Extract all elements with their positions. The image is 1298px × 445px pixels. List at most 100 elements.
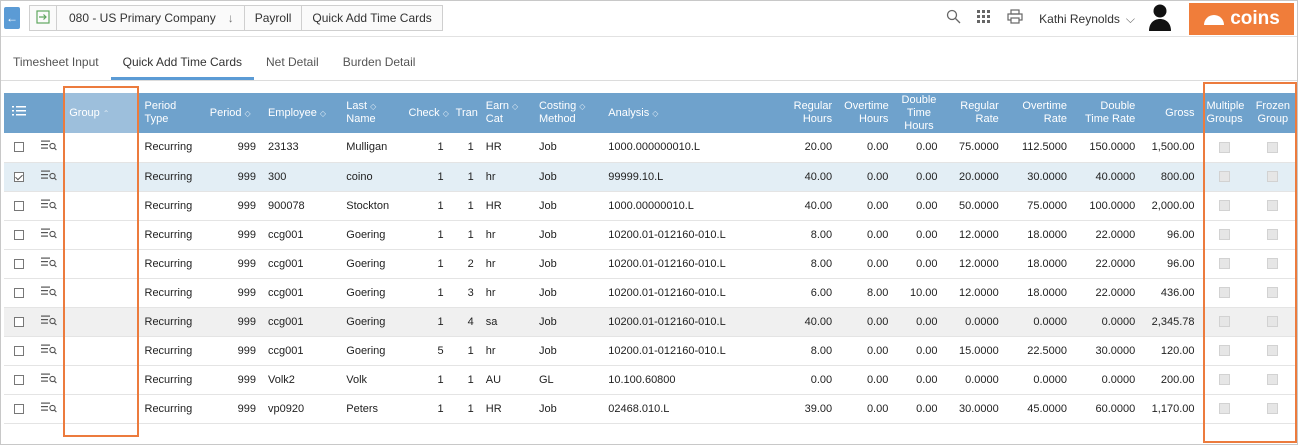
header-group[interactable]: Group ⌃ (63, 93, 139, 133)
header-overtime-hours[interactable]: Overtime Hours (838, 93, 895, 133)
cell-multiple-groups[interactable] (1200, 307, 1249, 337)
tab-net-detail[interactable]: Net Detail (254, 45, 331, 80)
cell-period-type[interactable]: Recurring (138, 133, 204, 163)
cell-overtime-rate[interactable]: 18.0000 (1004, 220, 1074, 250)
cell-tran[interactable]: 4 (449, 307, 480, 337)
cell-group[interactable] (63, 278, 139, 308)
cell-tran[interactable]: 1 (449, 162, 480, 192)
row-detail-cell[interactable] (34, 249, 64, 279)
breadcrumb-page[interactable]: Quick Add Time Cards (301, 5, 443, 31)
cell-gross[interactable]: 1,500.00 (1141, 133, 1201, 163)
sort-icon[interactable]: ◇ (512, 100, 518, 113)
cell-regular-hours[interactable]: 40.00 (720, 162, 839, 192)
cell-analysis[interactable]: 10200.01-012160-010.L (602, 249, 726, 279)
cell-regular-hours[interactable]: 8.00 (720, 249, 839, 279)
cell-employee[interactable]: 900078 (261, 191, 341, 221)
table-row[interactable]: Recurring 999 ccg001 Goering 1 4 sa Job 10200.01… (4, 307, 1297, 337)
exit-icon[interactable] (29, 5, 57, 31)
cell-employee[interactable]: 23133 (261, 133, 341, 163)
cell-last-name[interactable]: Goering (340, 336, 403, 366)
cell-analysis[interactable]: 99999.10.L (602, 162, 721, 192)
row-detail-cell[interactable] (34, 336, 64, 366)
cell-overtime-hours[interactable]: 0.00 (838, 394, 895, 424)
cell-double-time-hours[interactable]: 0.00 (894, 249, 944, 279)
table-row[interactable]: Recurring 999 vp0920 Peters 1 1 HR Job 02468.010… (4, 394, 1297, 424)
cell-group[interactable] (63, 307, 139, 337)
header-tran[interactable]: Tran (449, 93, 480, 133)
cell-double-time-hours[interactable]: 0.00 (894, 191, 944, 221)
header-regular-rate[interactable]: Regular Rate (943, 93, 1005, 133)
cell-period-type[interactable]: Recurring (138, 220, 204, 250)
row-select-cell[interactable] (4, 133, 35, 163)
user-avatar-icon[interactable] (1149, 3, 1171, 36)
cell-check[interactable]: 1 (402, 191, 450, 221)
grid-menu-icon[interactable] (977, 9, 991, 29)
cell-overtime-rate[interactable]: 18.0000 (1004, 249, 1074, 279)
cell-gross[interactable]: 200.00 (1141, 365, 1201, 395)
cell-costing-method[interactable]: Job (532, 220, 603, 250)
detail-view-icon[interactable] (40, 140, 57, 154)
cell-regular-rate[interactable]: 75.0000 (943, 133, 1005, 163)
cell-group[interactable] (63, 191, 139, 221)
printer-icon[interactable] (1007, 9, 1023, 29)
cell-period-type[interactable]: Recurring (138, 249, 204, 279)
row-select-cell[interactable] (4, 365, 35, 395)
back-arrow-icon[interactable]: ← (4, 7, 20, 29)
row-detail-cell[interactable] (34, 307, 64, 337)
table-row[interactable]: Recurring 999 ccg001 Goering 1 3 hr Job 10200.01… (4, 278, 1297, 308)
cell-double-time-hours[interactable]: 0.00 (894, 307, 944, 337)
cell-gross[interactable]: 2,345.78 (1141, 307, 1201, 337)
cell-check[interactable]: 1 (402, 220, 450, 250)
detail-view-icon[interactable] (40, 170, 57, 184)
cell-double-time-rate[interactable]: 150.0000 (1073, 133, 1142, 163)
row-select-cell[interactable] (4, 249, 35, 279)
cell-period-type[interactable]: Recurring (138, 278, 204, 308)
cell-overtime-hours[interactable]: 0.00 (838, 365, 895, 395)
cell-overtime-hours[interactable]: 0.00 (838, 336, 895, 366)
cell-last-name[interactable]: Peters (340, 394, 403, 424)
cell-multiple-groups[interactable] (1200, 278, 1249, 308)
cell-overtime-hours[interactable]: 8.00 (838, 278, 895, 308)
cell-period[interactable]: 999 (203, 394, 262, 424)
cell-last-name[interactable]: Volk (340, 365, 403, 395)
cell-group[interactable] (63, 336, 139, 366)
cell-costing-method[interactable]: Job (532, 249, 603, 279)
cell-regular-hours[interactable]: 8.00 (720, 336, 839, 366)
table-row[interactable]: Recurring 999 Volk2 Volk 1 1 AU GL 10.100.60800 0… (4, 365, 1297, 395)
cell-period[interactable]: 999 (203, 191, 262, 221)
cell-double-time-hours[interactable]: 0.00 (894, 365, 944, 395)
cell-frozen-group[interactable] (1248, 220, 1297, 250)
cell-double-time-rate[interactable]: 40.0000 (1073, 162, 1142, 192)
breadcrumb-company[interactable]: 080 - US Primary Company ↓ (56, 5, 245, 31)
cell-group[interactable] (63, 162, 139, 192)
row-detail-cell[interactable] (34, 191, 64, 221)
detail-view-icon[interactable] (40, 228, 57, 242)
cell-employee[interactable]: Volk2 (261, 365, 341, 395)
cell-period[interactable]: 999 (203, 133, 262, 163)
cell-regular-rate[interactable]: 0.0000 (943, 307, 1005, 337)
cell-check[interactable]: 1 (402, 307, 450, 337)
cell-gross[interactable]: 800.00 (1141, 162, 1201, 192)
cell-period-type[interactable]: Recurring (138, 191, 204, 221)
cell-overtime-rate[interactable]: 75.0000 (1004, 191, 1074, 221)
cell-double-time-hours[interactable]: 0.00 (894, 133, 944, 163)
cell-period-type[interactable]: Recurring (138, 365, 204, 395)
cell-regular-rate[interactable]: 12.0000 (943, 249, 1005, 279)
cell-earn-cat[interactable]: AU (479, 365, 533, 395)
header-analysis[interactable]: Analysis ◇ (602, 93, 721, 133)
cell-multiple-groups[interactable] (1200, 220, 1249, 250)
cell-double-time-rate[interactable]: 22.0000 (1073, 249, 1142, 279)
cell-double-time-hours[interactable]: 0.00 (894, 394, 944, 424)
cell-employee[interactable]: vp0920 (261, 394, 341, 424)
cell-regular-hours[interactable]: 40.00 (720, 307, 839, 337)
cell-gross[interactable]: 2,000.00 (1141, 191, 1201, 221)
row-checkbox[interactable] (14, 374, 25, 385)
cell-double-time-rate[interactable]: 100.0000 (1073, 191, 1142, 221)
cell-multiple-groups[interactable] (1200, 133, 1249, 163)
cell-frozen-group[interactable] (1248, 365, 1297, 395)
cell-analysis[interactable]: 10200.01-012160-010.L (602, 307, 726, 337)
cell-period-type[interactable]: Recurring (138, 307, 204, 337)
detail-view-icon[interactable] (40, 373, 57, 387)
cell-overtime-hours[interactable]: 0.00 (838, 220, 895, 250)
cell-regular-hours[interactable]: 0.00 (720, 365, 839, 395)
